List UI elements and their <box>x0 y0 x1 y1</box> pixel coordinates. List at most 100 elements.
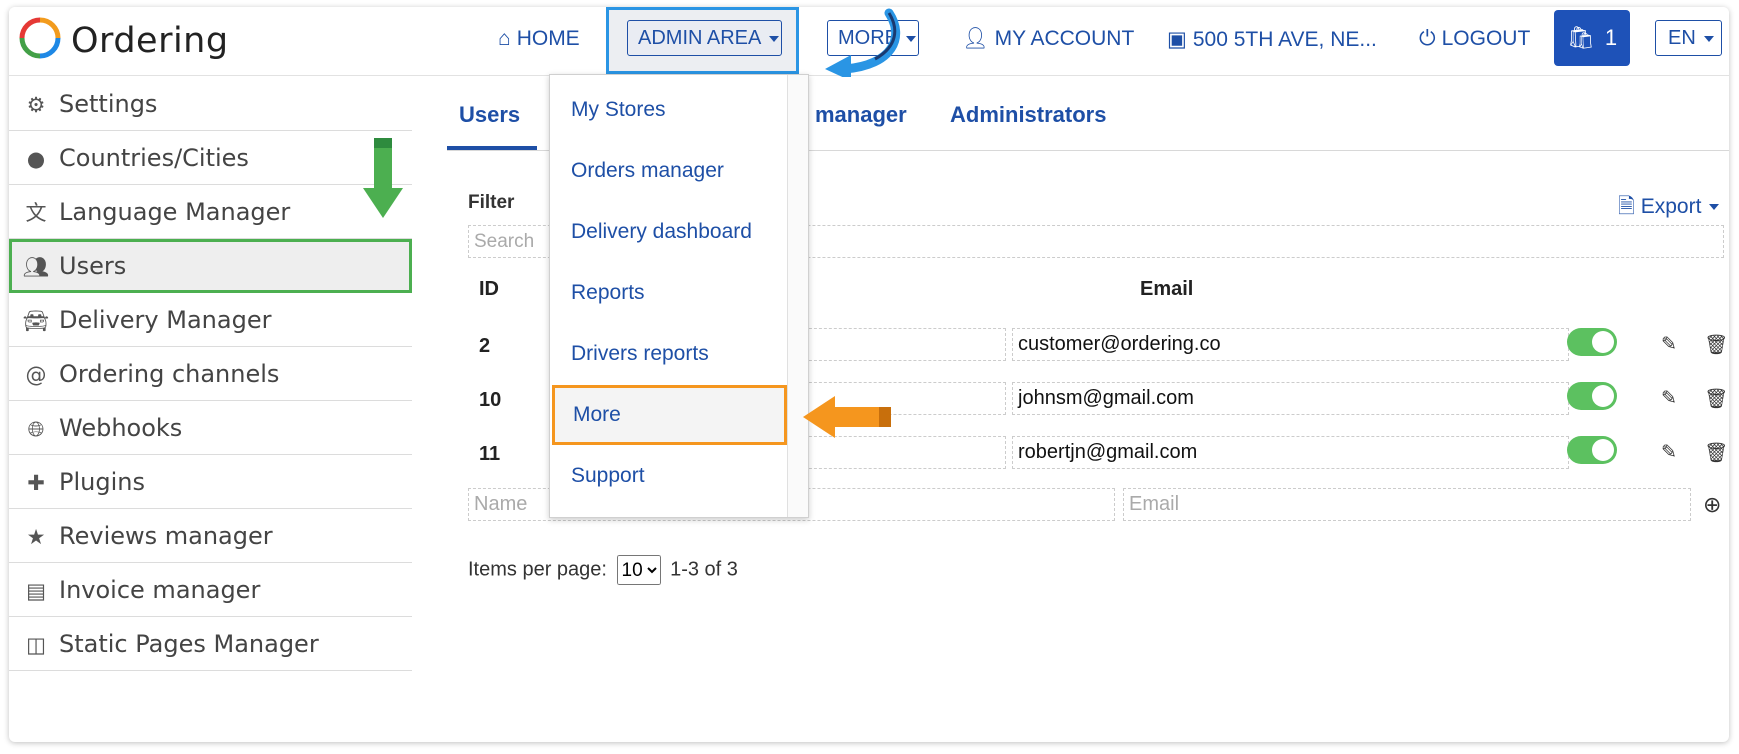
column-header-id: ID <box>479 278 499 300</box>
sidebar-item-countries-cities[interactable]: ● Countries/Cities <box>9 131 412 185</box>
enabled-toggle[interactable] <box>1567 328 1617 356</box>
sidebar-item-label: Static Pages Manager <box>59 630 319 658</box>
admin-area-dropdown: My Stores Orders manager Delivery dashbo… <box>549 74 809 518</box>
map-pin-icon: ● <box>26 147 46 171</box>
admin-area-label: ADMIN AREA <box>638 27 762 49</box>
add-circle-icon[interactable]: ⊕ <box>1703 492 1721 518</box>
export-button[interactable]: 🗎 Export <box>1618 192 1720 227</box>
chevron-down-icon <box>769 35 780 42</box>
sidebar-item-label: Users <box>59 252 127 280</box>
sidebar-item-plugins[interactable]: ✚ Plugins <box>9 455 412 509</box>
filter-label: Filter <box>468 192 515 213</box>
menu-item-reports[interactable]: Reports <box>550 263 787 323</box>
green-arrow-annotation-icon <box>363 138 403 218</box>
menu-item-drivers-reports[interactable]: Drivers reports <box>550 324 787 384</box>
sidebar-item-label: Webhooks <box>59 414 183 442</box>
globe-icon: 🌐︎ <box>27 417 45 441</box>
nav-address-label: 500 5TH AVE, NE... <box>1192 28 1377 51</box>
sidebar-item-label: Plugins <box>59 468 145 496</box>
pagination-range: 1-3 of 3 <box>670 558 738 581</box>
edit-icon[interactable]: ✎ <box>1661 333 1677 356</box>
enabled-toggle[interactable] <box>1567 382 1617 410</box>
app-window: Ordering ⌂ HOME ADMIN AREA MORE 👤︎ MY ACCO… <box>9 7 1729 742</box>
nav-address[interactable]: ▣ 500 5TH AVE, NE... <box>1167 27 1377 52</box>
at-icon: @ <box>25 363 47 387</box>
users-icon: 👥︎ <box>22 255 50 279</box>
language-label: EN <box>1668 27 1696 49</box>
cart-count: 1 <box>1604 25 1618 50</box>
dropdown-scrollbar[interactable] <box>787 75 808 517</box>
brand-name: Ordering <box>71 21 229 61</box>
sidebar-item-users[interactable]: 👥︎ Users <box>9 239 412 293</box>
nav-home-label: HOME <box>516 27 580 50</box>
language-selector[interactable]: EN <box>1655 20 1722 56</box>
menu-item-support[interactable]: Support <box>550 446 787 506</box>
nav-logout-label: LOGOUT <box>1441 27 1531 50</box>
sidebar-item-label: Invoice manager <box>59 576 261 604</box>
export-label: Export <box>1640 195 1702 218</box>
sidebar-item-invoice-manager[interactable]: ▤ Invoice manager <box>9 563 412 617</box>
name-field[interactable] <box>799 328 1006 361</box>
sidebar-item-webhooks[interactable]: 🌐︎ Webhooks <box>9 401 412 455</box>
items-per-page-select[interactable]: 10 <box>616 555 661 585</box>
orange-arrow-annotation-icon <box>803 396 891 438</box>
top-navbar: Ordering ⌂ HOME ADMIN AREA MORE 👤︎ MY ACCO… <box>9 7 1729 77</box>
user-icon: 👤︎ <box>962 27 989 50</box>
shopping-bag-icon: 🛍︎ <box>1566 25 1595 50</box>
admin-area-button[interactable]: ADMIN AREA <box>627 20 782 56</box>
sidebar-item-label: Reviews manager <box>59 522 273 550</box>
nav-logout[interactable]: ⏻ LOGOUT <box>1419 27 1530 51</box>
sidebar: ⚙ Settings ● Countries/Cities 文 Language Ma… <box>9 77 412 671</box>
items-per-page-label: Items per page: <box>468 558 607 581</box>
trash-icon[interactable]: 🗑︎ <box>1704 441 1728 465</box>
user-id: 10 <box>479 389 502 411</box>
cart-button[interactable]: 🛍︎ 1 <box>1554 10 1630 66</box>
email-field[interactable]: johnsm@gmail.com <box>1012 382 1569 415</box>
tab-manager[interactable]: manager <box>815 102 907 128</box>
sidebar-item-ordering-channels[interactable]: @ Ordering channels <box>9 347 412 401</box>
edit-icon[interactable]: ✎ <box>1661 387 1677 410</box>
sidebar-item-settings[interactable]: ⚙ Settings <box>9 77 412 131</box>
trash-icon[interactable]: 🗑︎ <box>1704 333 1728 357</box>
tab-users[interactable]: Users <box>459 102 520 128</box>
user-id: 11 <box>479 443 501 465</box>
menu-item-more[interactable]: More <box>552 385 787 445</box>
email-field[interactable]: customer@ordering.co <box>1012 328 1569 361</box>
email-field[interactable]: robertjn@gmail.com <box>1012 436 1569 469</box>
column-header-email: Email <box>1140 278 1194 300</box>
document-icon: ▤ <box>26 579 46 603</box>
sidebar-item-label: Ordering channels <box>59 360 280 388</box>
power-icon: ⏻ <box>1419 27 1436 50</box>
nav-my-account-label: MY ACCOUNT <box>994 27 1135 50</box>
star-icon: ★ <box>26 525 46 549</box>
menu-item-my-stores[interactable]: My Stores <box>550 80 787 140</box>
sidebar-item-static-pages-manager[interactable]: ◫ Static Pages Manager <box>9 617 412 671</box>
new-email-input[interactable]: Email <box>1123 488 1691 521</box>
car-icon: 🚘︎ <box>22 309 50 333</box>
puzzle-icon: ✚ <box>27 471 45 495</box>
chevron-down-icon <box>1709 204 1720 211</box>
chevron-down-icon <box>1703 35 1714 42</box>
name-field[interactable] <box>799 436 1006 469</box>
enabled-toggle[interactable] <box>1567 436 1617 464</box>
user-id: 2 <box>479 335 491 357</box>
gear-icon: ⚙ <box>26 93 46 117</box>
address-book-icon: ▣ <box>1167 28 1187 51</box>
sidebar-item-reviews-manager[interactable]: ★ Reviews manager <box>9 509 412 563</box>
trash-icon[interactable]: 🗑︎ <box>1704 387 1728 411</box>
sidebar-item-delivery-manager[interactable]: 🚘︎ Delivery Manager <box>9 293 412 347</box>
sidebar-item-language-manager[interactable]: 文 Language Manager <box>9 185 412 239</box>
nav-my-account[interactable]: 👤︎ MY ACCOUNT <box>962 27 1134 51</box>
translate-icon: 文 <box>25 201 47 225</box>
nav-home[interactable]: ⌂ HOME <box>498 27 580 51</box>
sidebar-item-label: Language Manager <box>59 198 291 226</box>
logo-icon <box>19 17 61 59</box>
menu-item-orders-manager[interactable]: Orders manager <box>550 141 787 201</box>
pagination: Items per page: 10 1-3 of 3 <box>468 555 738 585</box>
tab-administrators[interactable]: Administrators <box>950 102 1106 128</box>
sidebar-item-label: Countries/Cities <box>59 144 249 172</box>
edit-icon[interactable]: ✎ <box>1661 441 1677 464</box>
sidebar-item-label: Delivery Manager <box>59 306 272 334</box>
chevron-down-icon <box>906 35 916 42</box>
menu-item-delivery-dashboard[interactable]: Delivery dashboard <box>550 202 787 262</box>
